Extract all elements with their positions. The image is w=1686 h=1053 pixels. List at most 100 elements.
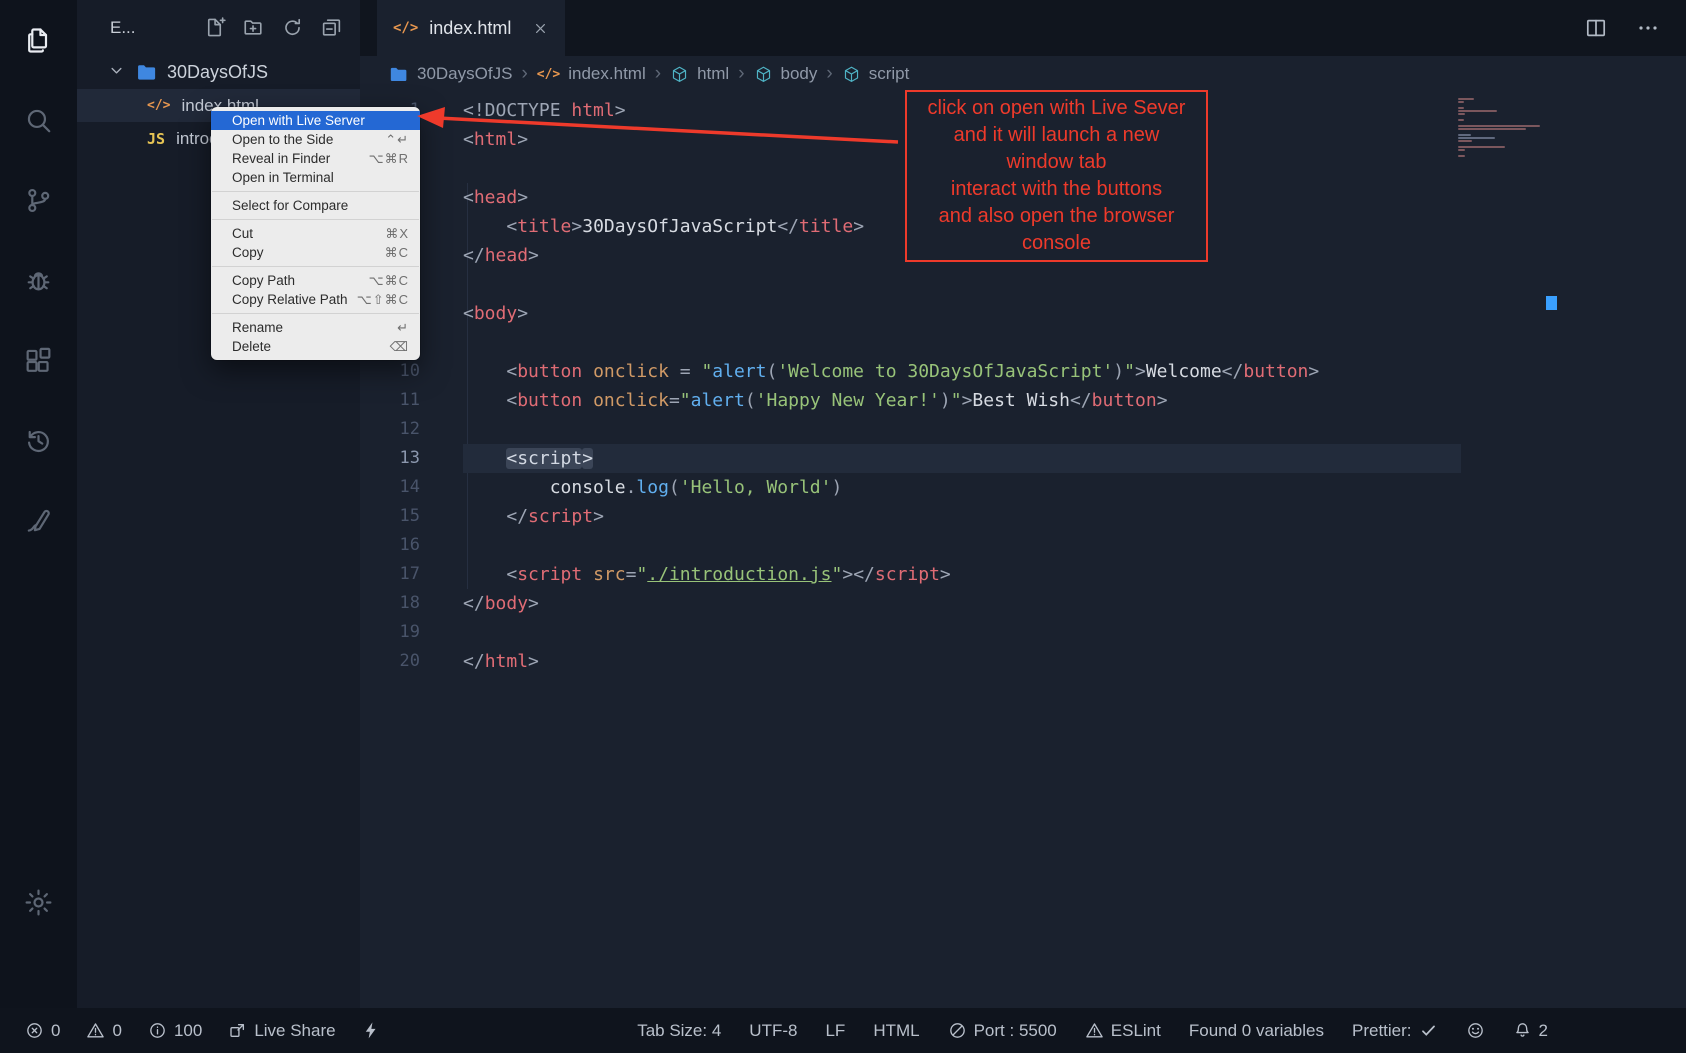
code-line-11[interactable]: 11 <button onclick="alert('Happy New Yea…: [360, 386, 1686, 415]
tab-size[interactable]: Tab Size: 4: [637, 1021, 721, 1041]
breadcrumb-separator: ›: [521, 63, 527, 85]
status-bar-right: Tab Size: 4 UTF-8 LF HTML Port : 5500 ESLint F…: [637, 1021, 1548, 1041]
breadcrumb-item-body[interactable]: body: [754, 64, 818, 84]
symbol-icon: [754, 65, 773, 84]
prettier[interactable]: Prettier:: [1352, 1021, 1438, 1041]
minimap-line: [1458, 146, 1505, 148]
warning-icon: [1085, 1021, 1104, 1040]
info-count[interactable]: 100: [148, 1021, 202, 1041]
code-line-10[interactable]: 10 <button onclick = "alert('Welcome to …: [360, 357, 1686, 386]
tab-label: index.html: [429, 18, 511, 39]
menu-item-copy-relative-path[interactable]: Copy Relative Path⌥⇧⌘C: [211, 290, 420, 309]
circle-slash-icon: [948, 1021, 967, 1040]
menu-item-open-in-terminal[interactable]: Open in Terminal: [211, 168, 420, 187]
status-text: Found 0 variables: [1189, 1021, 1324, 1041]
annotation-line: interact with the buttons: [911, 176, 1202, 203]
status-text: Tab Size: 4: [637, 1021, 721, 1041]
annotation-line: and it will launch a new: [911, 122, 1202, 149]
live-server-lightning[interactable]: [362, 1021, 381, 1040]
code-line-20[interactable]: 20</html>: [360, 647, 1686, 676]
menu-item-select-for-compare[interactable]: Select for Compare: [211, 196, 420, 215]
refresh-explorer-icon[interactable]: [281, 16, 305, 40]
found-variables[interactable]: Found 0 variables: [1189, 1021, 1324, 1041]
feedback-smiley[interactable]: [1466, 1021, 1485, 1040]
line-number: 14: [360, 473, 420, 502]
breadcrumb-label: html: [697, 64, 729, 84]
live-server-port[interactable]: Port : 5500: [948, 1021, 1057, 1041]
status-text: HTML: [873, 1021, 919, 1041]
collapse-folders-icon[interactable]: [320, 16, 344, 40]
breadcrumb-item-30daysofjs[interactable]: 30DaysOfJS: [388, 64, 512, 85]
chevron-down-icon: [107, 61, 126, 85]
menu-item-label: Select for Compare: [232, 198, 348, 213]
eslint[interactable]: ESLint: [1085, 1021, 1161, 1041]
extensions-icon[interactable]: [0, 320, 77, 400]
line-content: <script src="./introduction.js"></script…: [463, 560, 951, 589]
folder-30daysofjs[interactable]: 30DaysOfJS: [77, 56, 360, 89]
new-file-icon[interactable]: [203, 16, 227, 40]
menu-item-open-to-the-side[interactable]: Open to the Side⌃↵: [211, 130, 420, 149]
status-text: 0: [112, 1021, 121, 1041]
tab-close-icon[interactable]: [532, 20, 549, 37]
minimap[interactable]: [1458, 98, 1544, 158]
code-line-9[interactable]: 9: [360, 328, 1686, 357]
menu-item-shortcut: ⌘C: [385, 245, 409, 261]
menu-item-open-with-live-server[interactable]: Open with Live Server: [211, 111, 420, 130]
code-line-13[interactable]: 13 <script>: [360, 444, 1686, 473]
new-folder-icon[interactable]: [242, 16, 266, 40]
menu-item-delete[interactable]: Delete⌫: [211, 337, 420, 356]
code-line-14[interactable]: 14 console.log('Hello, World'): [360, 473, 1686, 502]
code-line-12[interactable]: 12: [360, 415, 1686, 444]
tab-index-html[interactable]: </> index.html: [377, 0, 565, 56]
notifications[interactable]: 2: [1513, 1021, 1548, 1041]
line-number: 15: [360, 502, 420, 531]
menu-item-copy[interactable]: Copy⌘C: [211, 243, 420, 262]
line-number: 11: [360, 386, 420, 415]
more-actions-icon[interactable]: [1636, 16, 1660, 40]
code-line-7[interactable]: 7: [360, 270, 1686, 299]
minimap-line: [1458, 128, 1526, 130]
breadcrumb-item-script[interactable]: script: [842, 64, 910, 84]
code-line-17[interactable]: 17 <script src="./introduction.js"></scr…: [360, 560, 1686, 589]
tab-bar: </> index.html: [360, 0, 1686, 56]
minimap-line: [1458, 140, 1472, 142]
errors[interactable]: 0: [25, 1021, 60, 1041]
language-mode[interactable]: HTML: [873, 1021, 919, 1041]
menu-item-rename[interactable]: Rename↵: [211, 318, 420, 337]
menu-item-copy-path[interactable]: Copy Path⌥⌘C: [211, 271, 420, 290]
breadcrumb-item-html[interactable]: html: [670, 64, 729, 84]
source-control-icon[interactable]: [0, 160, 77, 240]
explorer-icon[interactable]: [0, 0, 77, 80]
split-editor-icon[interactable]: [1584, 16, 1608, 40]
menu-item-reveal-in-finder[interactable]: Reveal in Finder⌥⌘R: [211, 149, 420, 168]
code-line-16[interactable]: 16: [360, 531, 1686, 560]
code-line-8[interactable]: 8<body>: [360, 299, 1686, 328]
eol[interactable]: LF: [825, 1021, 845, 1041]
code-line-19[interactable]: 19: [360, 618, 1686, 647]
folder-icon: [388, 64, 409, 85]
menu-item-label: Rename: [232, 320, 283, 335]
search-icon[interactable]: [0, 80, 77, 160]
settings-icon[interactable]: [0, 862, 77, 942]
line-content: </body>: [463, 589, 539, 618]
menu-item-cut[interactable]: Cut⌘X: [211, 224, 420, 243]
menu-item-label: Open in Terminal: [232, 170, 334, 185]
warnings[interactable]: 0: [86, 1021, 121, 1041]
breadcrumb-item-index-html[interactable]: </>index.html: [537, 64, 646, 84]
history-icon[interactable]: [0, 400, 77, 480]
encoding[interactable]: UTF-8: [749, 1021, 797, 1041]
breadcrumb-label: body: [781, 64, 818, 84]
line-number: 13: [360, 444, 420, 473]
minimap-line: [1458, 110, 1497, 112]
run-debug-icon[interactable]: [0, 240, 77, 320]
status-text: Live Share: [254, 1021, 335, 1041]
live-share[interactable]: Live Share: [228, 1021, 335, 1041]
pen-icon[interactable]: [0, 480, 77, 560]
code-line-18[interactable]: 18</body>: [360, 589, 1686, 618]
status-text: Port : 5500: [974, 1021, 1057, 1041]
line-content: </head>: [463, 241, 539, 270]
code-line-15[interactable]: 15 </script>: [360, 502, 1686, 531]
menu-item-label: Cut: [232, 226, 253, 241]
editor-actions: [1584, 0, 1686, 56]
line-content: <body>: [463, 299, 528, 328]
